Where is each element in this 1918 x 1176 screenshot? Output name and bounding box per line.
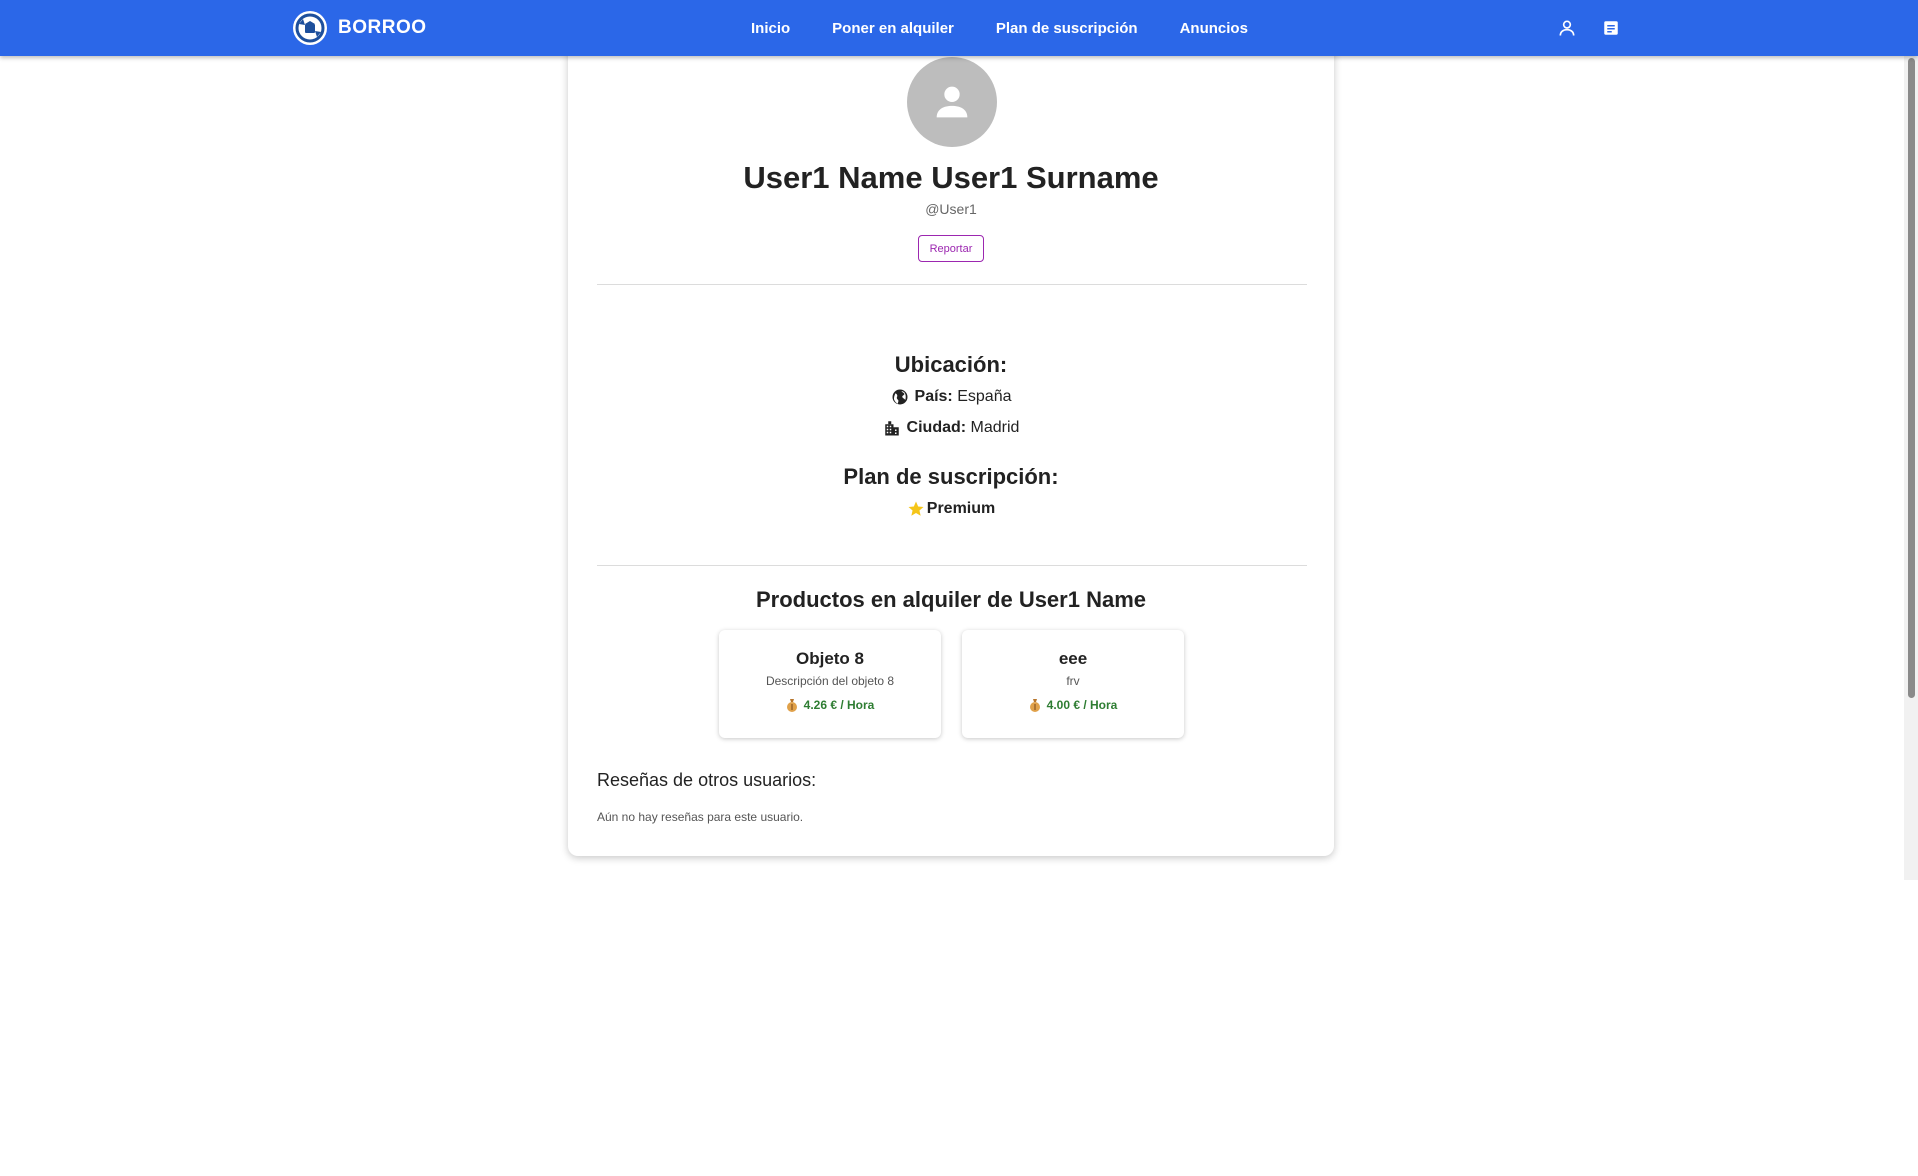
product-description: Descripción del objeto 8 <box>765 674 895 688</box>
subscription-plan: Premium <box>926 500 996 517</box>
profile-card: User1 Name User1 Surname @User1 Reportar… <box>568 30 1334 856</box>
product-price: 4.26 € / Hora <box>719 698 941 712</box>
document-icon[interactable] <box>1598 15 1624 41</box>
profile-username: @User1 <box>925 201 977 217</box>
brand-name: BORROO <box>338 17 427 38</box>
divider <box>597 284 1307 285</box>
top-navbar: BORROO Inicio Poner en alquiler Plan de … <box>0 0 1918 56</box>
report-button[interactable]: Reportar <box>918 235 984 262</box>
country-value: España <box>957 388 1012 405</box>
reviews-title: Reseñas de otros usuarios: <box>597 770 817 790</box>
country-line: País: España <box>568 388 1334 406</box>
subscription-plan-line: Premium <box>568 500 1334 518</box>
nav-poner-en-alquiler[interactable]: Poner en alquiler <box>832 20 954 37</box>
product-price-text: 4.26 € / Hora <box>803 698 875 712</box>
brand-logo[interactable]: BORROO <box>292 10 427 46</box>
divider <box>597 565 1307 566</box>
star-icon <box>908 501 924 516</box>
main-nav: Inicio Poner en alquiler Plan de suscrip… <box>730 0 1269 56</box>
money-bag-icon <box>1029 699 1040 712</box>
country-label: País: <box>914 388 953 405</box>
avatar <box>907 57 997 147</box>
nav-inicio[interactable]: Inicio <box>751 20 790 37</box>
money-bag-icon <box>786 699 797 712</box>
person-icon <box>936 86 968 118</box>
profile-full-name: User1 Name User1 Surname <box>743 160 1159 195</box>
product-description: frv <box>1066 674 1080 688</box>
city-building-icon <box>884 421 899 436</box>
product-name: eee <box>1058 649 1088 668</box>
product-price-text: 4.00 € / Hora <box>1046 698 1118 712</box>
nav-plan-de-suscripcion[interactable]: Plan de suscripción <box>996 20 1138 37</box>
product-name: Objeto 8 <box>795 649 864 668</box>
product-price: 4.00 € / Hora <box>962 698 1184 712</box>
city-value: Madrid <box>970 419 1020 436</box>
product-card[interactable]: Objeto 8 Descripción del objeto 8 4.26 €… <box>719 630 941 738</box>
product-card[interactable]: eee frv 4.00 € / Hora <box>962 630 1184 738</box>
user-icon[interactable] <box>1554 15 1580 41</box>
products-title: Productos en alquiler de User1 Name <box>755 587 1147 612</box>
subscription-title: Plan de suscripción: <box>843 464 1059 489</box>
scrollbar-thumb[interactable] <box>1908 58 1915 698</box>
reviews-empty-message: Aún no hay reseñas para este usuario. <box>597 810 804 824</box>
globe-icon <box>892 389 908 405</box>
nav-anuncios[interactable]: Anuncios <box>1180 20 1248 37</box>
location-title: Ubicación: <box>894 352 1008 377</box>
city-line: Ciudad: Madrid <box>568 419 1334 437</box>
borroo-logo-icon <box>293 11 327 45</box>
city-label: Ciudad: <box>906 419 967 436</box>
